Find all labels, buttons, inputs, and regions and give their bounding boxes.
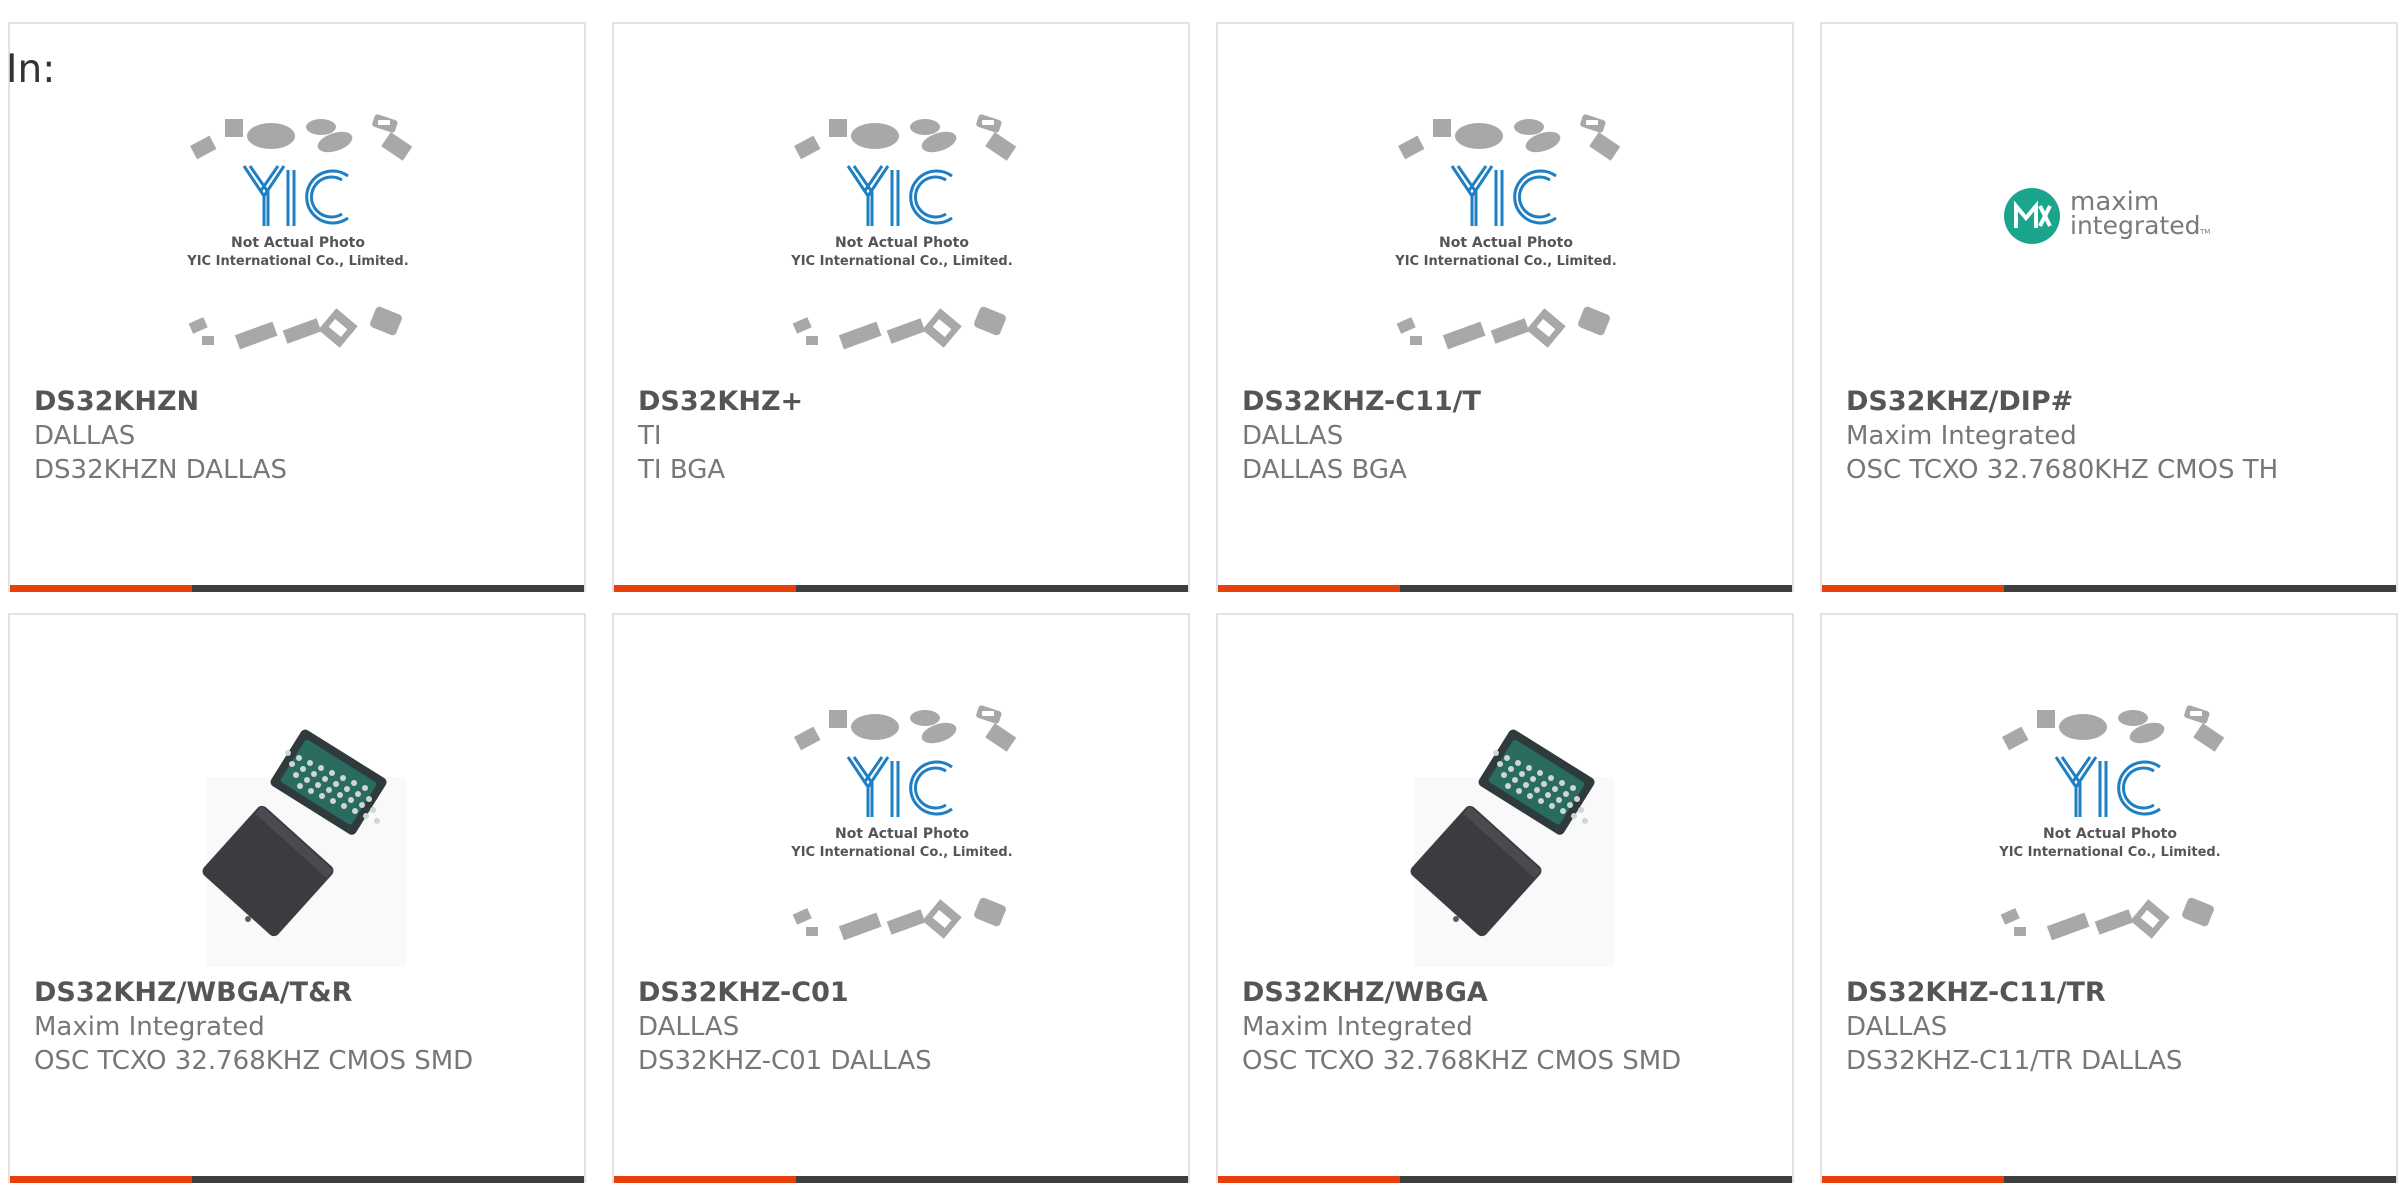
product-info: DS32KHZ+ TI TI BGA [638, 384, 1178, 487]
card-accent-bar [1822, 1176, 2004, 1183]
product-description: OSC TCXO 32.768KHZ CMOS SMD [34, 1046, 474, 1076]
part-number-link[interactable]: DS32KHZ-C11/TR [1846, 975, 2386, 1010]
product-description: DS32KHZ-C01 DALLAS [638, 1046, 932, 1076]
card-accent-bar [614, 1176, 796, 1183]
part-number-link[interactable]: DS32KHZN [34, 384, 574, 419]
card-bottom-bar [1218, 585, 1792, 592]
card-accent-bar [1218, 1176, 1400, 1183]
card-bottom-bar [10, 1176, 584, 1183]
product-image[interactable] [1368, 705, 1644, 967]
manufacturer: DALLAS [34, 421, 136, 451]
manufacturer: DALLAS [1242, 421, 1344, 451]
card-bottom-bar [614, 585, 1188, 592]
product-image[interactable]: maxim integrated TM [1972, 114, 2248, 376]
part-number-link[interactable]: DS32KHZ/WBGA/T&R [34, 975, 574, 1010]
maxim-trademark: TM [2199, 228, 2210, 236]
yic-placeholder-image: Not Actual Photo YIC International Co., … [790, 705, 1017, 941]
product-card[interactable]: Not Actual Photo YIC International Co., … [612, 22, 1190, 592]
card-accent-bar [1822, 585, 2004, 592]
manufacturer: DALLAS [638, 1012, 740, 1042]
product-image[interactable]: Not Actual Photo YIC International Co., … [764, 705, 1040, 967]
manufacturer: Maxim Integrated [34, 1012, 265, 1042]
product-card[interactable]: DS32KHZ/WBGA/T&R Maxim Integrated OSC TCXO… [8, 613, 586, 1183]
placeholder-caption: Not Actual Photo [231, 235, 365, 251]
results-prefix: In: [6, 47, 56, 92]
product-card[interactable]: Not Actual Photo YIC International Co., … [612, 613, 1190, 1183]
manufacturer: TI [638, 421, 662, 451]
card-bottom-bar [1822, 585, 2396, 592]
part-number-link[interactable]: DS32KHZ/WBGA [1242, 975, 1782, 1010]
product-description: OSC TCXO 32.768KHZ CMOS SMD [1242, 1046, 1682, 1076]
card-bottom-bar [1218, 1176, 1792, 1183]
card-accent-bar [614, 585, 796, 592]
product-image[interactable]: Not Actual Photo YIC International Co., … [1972, 705, 2248, 967]
card-accent-bar [1218, 585, 1400, 592]
placeholder-caption: Not Actual Photo [1439, 235, 1573, 251]
card-bottom-bar [10, 585, 584, 592]
placeholder-caption: Not Actual Photo [835, 826, 969, 842]
product-info: DS32KHZ-C11/TR DALLAS DS32KHZ-C11/TR DALLA… [1846, 975, 2386, 1078]
product-image[interactable]: Not Actual Photo YIC International Co., … [764, 114, 1040, 376]
placeholder-company: YIC International Co., Limited. [1394, 254, 1616, 269]
placeholder-company: YIC International Co., Limited. [790, 845, 1012, 860]
placeholder-company: YIC International Co., Limited. [790, 254, 1012, 269]
maxim-wordmark-sub: integrated [2070, 211, 2201, 240]
part-number-link[interactable]: DS32KHZ-C01 [638, 975, 1178, 1010]
part-number-link[interactable]: DS32KHZ+ [638, 384, 1178, 419]
placeholder-company: YIC International Co., Limited. [186, 254, 408, 269]
product-image[interactable] [160, 705, 436, 967]
card-accent-bar [10, 1176, 192, 1183]
card-accent-bar [10, 585, 192, 592]
yic-placeholder-image: Not Actual Photo YIC International Co., … [186, 114, 413, 350]
placeholder-caption: Not Actual Photo [2043, 826, 2177, 842]
placeholder-caption: Not Actual Photo [835, 235, 969, 251]
product-info: DS32KHZN DALLAS DS32KHZN DALLAS [34, 384, 574, 487]
product-description: DALLAS BGA [1242, 455, 1407, 485]
product-info: DS32KHZ/DIP# Maxim Integrated OSC TCXO 32.… [1846, 384, 2386, 487]
product-card[interactable]: Not Actual Photo YIC International Co., … [1216, 22, 1794, 592]
product-description: DS32KHZN DALLAS [34, 455, 287, 485]
product-info: DS32KHZ-C11/T DALLAS DALLAS BGA [1242, 384, 1782, 487]
bga-chip-image [202, 729, 406, 967]
manufacturer: Maxim Integrated [1242, 1012, 1473, 1042]
product-description: DS32KHZ-C11/TR DALLAS [1846, 1046, 2183, 1076]
product-info: DS32KHZ/WBGA Maxim Integrated OSC TCXO 32.… [1242, 975, 1782, 1078]
manufacturer: DALLAS [1846, 1012, 1948, 1042]
product-info: DS32KHZ/WBGA/T&R Maxim Integrated OSC TCXO… [34, 975, 574, 1078]
yic-placeholder-image: Not Actual Photo YIC International Co., … [1394, 114, 1621, 350]
product-info: DS32KHZ-C01 DALLAS DS32KHZ-C01 DALLAS [638, 975, 1178, 1078]
part-number-link[interactable]: DS32KHZ/DIP# [1846, 384, 2386, 419]
product-description: OSC TCXO 32.7680KHZ CMOS TH [1846, 455, 2279, 485]
card-bottom-bar [1822, 1176, 2396, 1183]
product-grid: Not Actual Photo YIC International Co., … [0, 0, 2400, 1183]
product-image[interactable]: Not Actual Photo YIC International Co., … [160, 114, 436, 376]
product-description: TI BGA [638, 455, 726, 485]
placeholder-company: YIC International Co., Limited. [1998, 845, 2220, 860]
bga-chip-image [1410, 729, 1614, 967]
yic-placeholder-image: Not Actual Photo YIC International Co., … [790, 114, 1017, 350]
product-card[interactable]: Not Actual Photo YIC International Co., … [1820, 613, 2398, 1183]
product-card[interactable]: DS32KHZ/WBGA Maxim Integrated OSC TCXO 32.… [1216, 613, 1794, 1183]
card-bottom-bar [614, 1176, 1188, 1183]
product-card[interactable]: maxim integrated TM DS32KHZ/DIP# Maxim In… [1820, 22, 2398, 592]
product-card[interactable]: Not Actual Photo YIC International Co., … [8, 22, 586, 592]
maxim-integrated-logo: maxim integrated TM [2004, 187, 2210, 244]
yic-placeholder-image: Not Actual Photo YIC International Co., … [1998, 705, 2225, 941]
product-image[interactable]: Not Actual Photo YIC International Co., … [1368, 114, 1644, 376]
part-number-link[interactable]: DS32KHZ-C11/T [1242, 384, 1782, 419]
manufacturer: Maxim Integrated [1846, 421, 2077, 451]
